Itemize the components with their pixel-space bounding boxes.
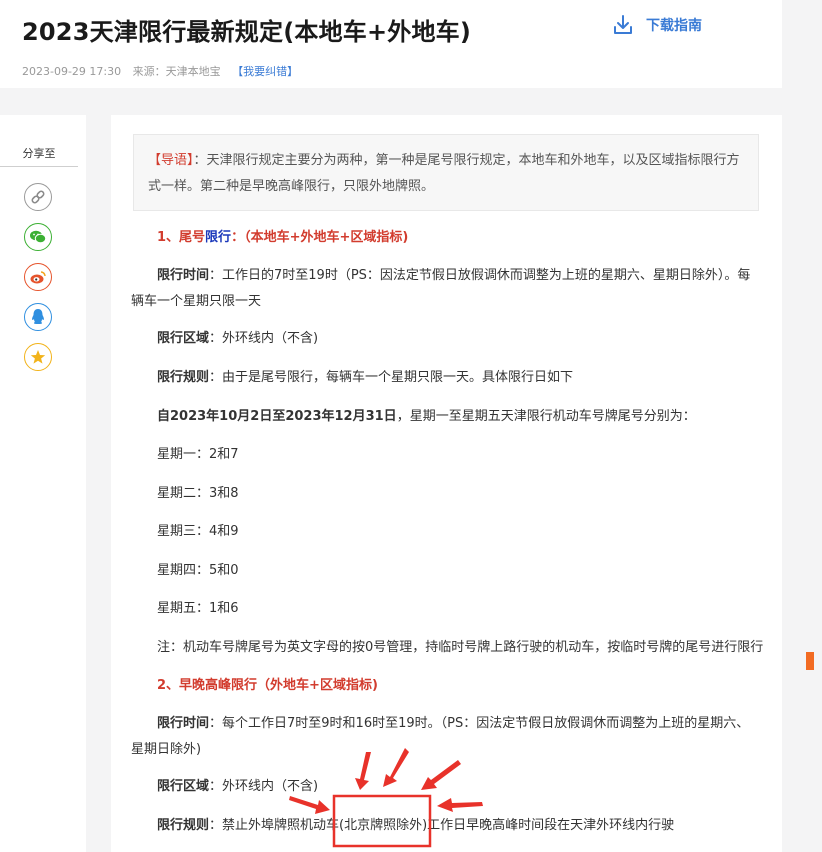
qq-icon [32,309,44,324]
weibo-icon [30,271,46,284]
share-wechat-button[interactable] [24,223,52,251]
page-title: 2023天津限行最新规定(本地车+外地车) [22,18,472,46]
article-source: 来源：天津本地宝 [132,65,221,78]
section-1-heading: 1、尾号限行：（本地车+外地车+区域指标) [157,230,409,245]
day-fri: 星期五：1和6 [157,601,239,616]
share-label: 分享至 [0,145,78,167]
paragraph-period: 自2023年10月2日至2023年12月31日，星期一至星期五天津限行机动车号牌… [157,409,696,424]
time-label: 限行时间 [157,268,210,283]
intro-tag: 【导语】 [148,153,194,168]
paragraph-rule-2: 限行规则：禁止外埠牌照机动车(北京牌照除外)工作日早晚高峰时间段在天津外环线内行… [157,818,675,833]
report-error-link[interactable]: 【我要纠错】 [232,65,298,78]
article-intro: 【导语】：天津限行规定主要分为两种，第一种是尾号限行规定，本地车和外地车，以及区… [133,134,759,211]
link-icon [31,190,45,204]
publish-date: 2023-09-29 17:30 [22,65,122,78]
article-content: 【导语】：天津限行规定主要分为两种，第一种是尾号限行规定，本地车和外地车，以及区… [111,115,782,852]
download-guide-label: 下载指南 [646,18,702,34]
highlighted-text: 北京牌照除外 [344,818,423,833]
share-qq-button[interactable] [24,303,52,331]
paragraph-area: 限行区域：外环线内（不含) [157,331,319,346]
scroll-position-marker[interactable] [806,652,814,670]
download-guide-button[interactable]: 下载指南 [612,14,702,36]
intro-text: ：天津限行规定主要分为两种，第一种是尾号限行规定，本地车和外地车，以及区域指标限… [148,153,740,194]
paragraph-rule: 限行规则：由于是尾号限行，每辆车一个星期只限一天。具体限行日如下 [157,370,574,385]
share-favorite-button[interactable] [24,343,52,371]
time-text: ：工作日的7时至19时（PS：因法定节假日放假调休而调整为上班的星期六、星期日除… [131,268,751,309]
paragraph-time-2: 限行时间：每个工作日7时至9时和16时至19时。（PS：因法定节假日放假调休而调… [131,716,750,757]
paragraph-note: 注：机动车号牌尾号为英文字母的按0号管理，持临时号牌上路行驶的机动车，按临时号牌… [157,640,764,655]
paragraph-area-2: 限行区域：外环线内（不含) [157,779,319,794]
section-2-heading: 2、早晚高峰限行（外地车+区域指标) [157,678,378,693]
article-header: 2023天津限行最新规定(本地车+外地车) 2023-09-29 17:30 来… [0,0,782,88]
day-thu: 星期四：5和0 [157,563,239,578]
day-wed: 星期三：4和9 [157,524,239,539]
favorite-icon [30,350,46,364]
wechat-icon [30,230,47,244]
share-weibo-button[interactable] [24,263,52,291]
day-tue: 星期二：3和8 [157,486,239,501]
paragraph-time: 限行时间：工作日的7时至19时（PS：因法定节假日放假调休而调整为上班的星期六、… [131,263,761,315]
article-meta: 2023-09-29 17:30 来源：天津本地宝 【我要纠错】 [22,63,306,79]
share-link-button[interactable] [24,183,52,211]
day-mon: 星期一：2和7 [157,447,239,462]
share-sidebar: 分享至 [0,115,86,852]
download-icon [614,15,632,34]
